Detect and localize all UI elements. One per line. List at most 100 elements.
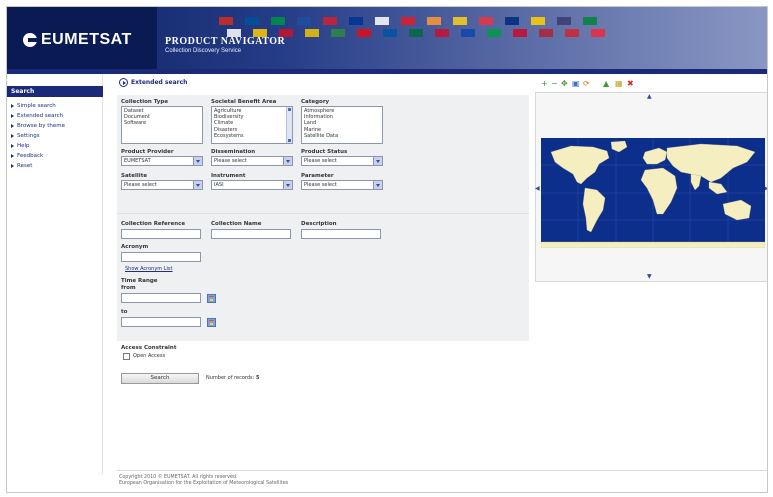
flag-icon <box>531 17 545 25</box>
product-title: PRODUCT NAVIGATOR <box>165 36 286 47</box>
sidebar-item-browse-by-theme[interactable]: Browse by theme <box>11 121 101 131</box>
select-value: IASI <box>214 182 224 188</box>
records-count: Number of records: 5 <box>206 375 259 381</box>
acronym-input[interactable] <box>121 252 201 262</box>
pan-up-icon[interactable]: ▲ <box>647 93 652 100</box>
flag-icon <box>305 29 319 37</box>
time-from-label: from <box>121 285 136 291</box>
organisation-text: European Organisation for the Exploitati… <box>119 481 289 486</box>
dissemination-select[interactable]: Please select <box>211 156 293 166</box>
arrow-right-icon <box>11 113 14 118</box>
product-status-select[interactable]: Please select <box>301 156 383 166</box>
product-status-label: Product Status <box>301 149 348 155</box>
site-header: EUMETSAT PRODUCT NAVIGATOR Collection Di… <box>7 7 767 69</box>
product-subtitle: Collection Discovery Service <box>165 48 242 54</box>
chevron-down-icon <box>373 181 382 189</box>
list-item[interactable]: Ecosystems <box>214 133 290 139</box>
acronym-label: Acronym <box>121 244 149 250</box>
sidebar-item-help[interactable]: Help <box>11 141 101 151</box>
map-toolbar: + − ✥ ▣ ⟳ ▲ ▦ ✖ <box>541 79 691 91</box>
collection-reference-input[interactable] <box>121 229 201 239</box>
arrow-right-icon <box>11 103 14 108</box>
product-provider-label: Product Provider <box>121 149 174 155</box>
sidebar: Search Simple search Extended search Bro… <box>7 74 103 474</box>
sidebar-item-feedback[interactable]: Feedback <box>11 151 101 161</box>
sidebar-item-label: Browse by theme <box>17 123 66 129</box>
sidebar-item-label: Settings <box>17 133 40 139</box>
satellite-select[interactable]: Please select <box>121 180 203 190</box>
clear-icon[interactable]: ✖ <box>627 79 634 89</box>
sidebar-item-extended-search[interactable]: Extended search <box>11 111 101 121</box>
list-item[interactable]: Satellite Data <box>304 133 380 139</box>
play-circle-icon <box>119 78 128 87</box>
societal-benefit-label: Societal Benefit Area <box>211 99 277 105</box>
eumetsat-logo[interactable]: EUMETSAT <box>7 7 157 69</box>
sidebar-item-settings[interactable]: Settings <box>11 131 101 141</box>
flag-icon <box>409 29 423 37</box>
header-bar <box>7 69 767 74</box>
sidebar-heading: Search <box>7 86 103 97</box>
sidebar-item-label: Extended search <box>17 113 64 119</box>
refresh-icon[interactable]: ⟳ <box>583 79 590 89</box>
world-map[interactable] <box>541 138 765 248</box>
show-acronym-list-link[interactable]: Show Acronym List <box>125 266 173 272</box>
time-range-label: Time Range <box>121 278 158 284</box>
flag-icon <box>219 17 233 25</box>
select-icon[interactable]: ▲ <box>603 79 609 89</box>
scrollbar[interactable] <box>286 107 292 143</box>
page-title: Extended search <box>119 78 187 87</box>
list-item[interactable]: Software <box>124 120 200 126</box>
flag-icon <box>271 17 285 25</box>
flag-icon <box>245 17 259 25</box>
map-view[interactable]: ▲ ▼ ◀ ▶ <box>535 92 767 282</box>
instrument-select[interactable]: IASI <box>211 180 293 190</box>
zoom-in-icon[interactable]: + <box>541 79 548 89</box>
sidebar-item-simple-search[interactable]: Simple search <box>11 101 101 111</box>
collection-reference-label: Collection Reference <box>121 221 186 227</box>
societal-benefit-list[interactable]: Agriculture Biodiversity Climate Disaste… <box>211 106 293 144</box>
zoom-out-icon[interactable]: − <box>551 79 558 89</box>
pan-left-icon[interactable]: ◀ <box>535 185 540 192</box>
select-value: Please select <box>304 182 337 188</box>
open-access-checkbox[interactable] <box>123 353 130 360</box>
flag-icon <box>539 29 553 37</box>
footer-divider <box>117 470 767 471</box>
calendar-icon[interactable] <box>207 294 216 303</box>
full-extent-icon[interactable]: ▣ <box>572 79 580 89</box>
dissemination-label: Dissemination <box>211 149 256 155</box>
description-input[interactable] <box>301 229 381 239</box>
chevron-down-icon <box>193 181 202 189</box>
time-from-input[interactable] <box>121 293 201 303</box>
sidebar-item-reset[interactable]: Reset <box>11 161 101 171</box>
instrument-label: Instrument <box>211 173 246 179</box>
page-title-text: Extended search <box>131 79 188 86</box>
flag-icon <box>435 29 449 37</box>
product-provider-select[interactable]: EUMETSAT <box>121 156 203 166</box>
chevron-down-icon <box>283 157 292 165</box>
search-button[interactable]: Search <box>121 373 199 384</box>
search-form: Collection Type Dataset Document Softwar… <box>117 95 529 341</box>
pan-down-icon[interactable]: ▼ <box>647 273 652 280</box>
time-to-input[interactable] <box>121 317 201 327</box>
calendar-icon[interactable] <box>207 318 216 327</box>
flag-icon <box>479 17 493 25</box>
access-constraint-label: Access Constraint <box>121 345 177 351</box>
collection-name-input[interactable] <box>211 229 291 239</box>
collection-type-list[interactable]: Dataset Document Software <box>121 106 203 144</box>
chevron-down-icon <box>193 157 202 165</box>
flag-icon <box>323 17 337 25</box>
browser-frame: EUMETSAT PRODUCT NAVIGATOR Collection Di… <box>6 6 768 493</box>
logo-text: EUMETSAT <box>41 31 132 48</box>
flag-icon <box>565 29 579 37</box>
open-access-label: Open Access <box>133 353 166 359</box>
chevron-down-icon <box>283 181 292 189</box>
eumetsat-logo-icon <box>23 33 40 47</box>
records-value: 5 <box>255 375 260 381</box>
bbox-icon[interactable]: ▦ <box>615 79 623 89</box>
flag-icon <box>453 17 467 25</box>
flag-icon <box>401 17 415 25</box>
parameter-select[interactable]: Please select <box>301 180 383 190</box>
records-label: Number of records: <box>206 375 255 381</box>
pan-icon[interactable]: ✥ <box>561 79 568 89</box>
category-list[interactable]: Atmosphere Information Land Marine Satel… <box>301 106 383 144</box>
